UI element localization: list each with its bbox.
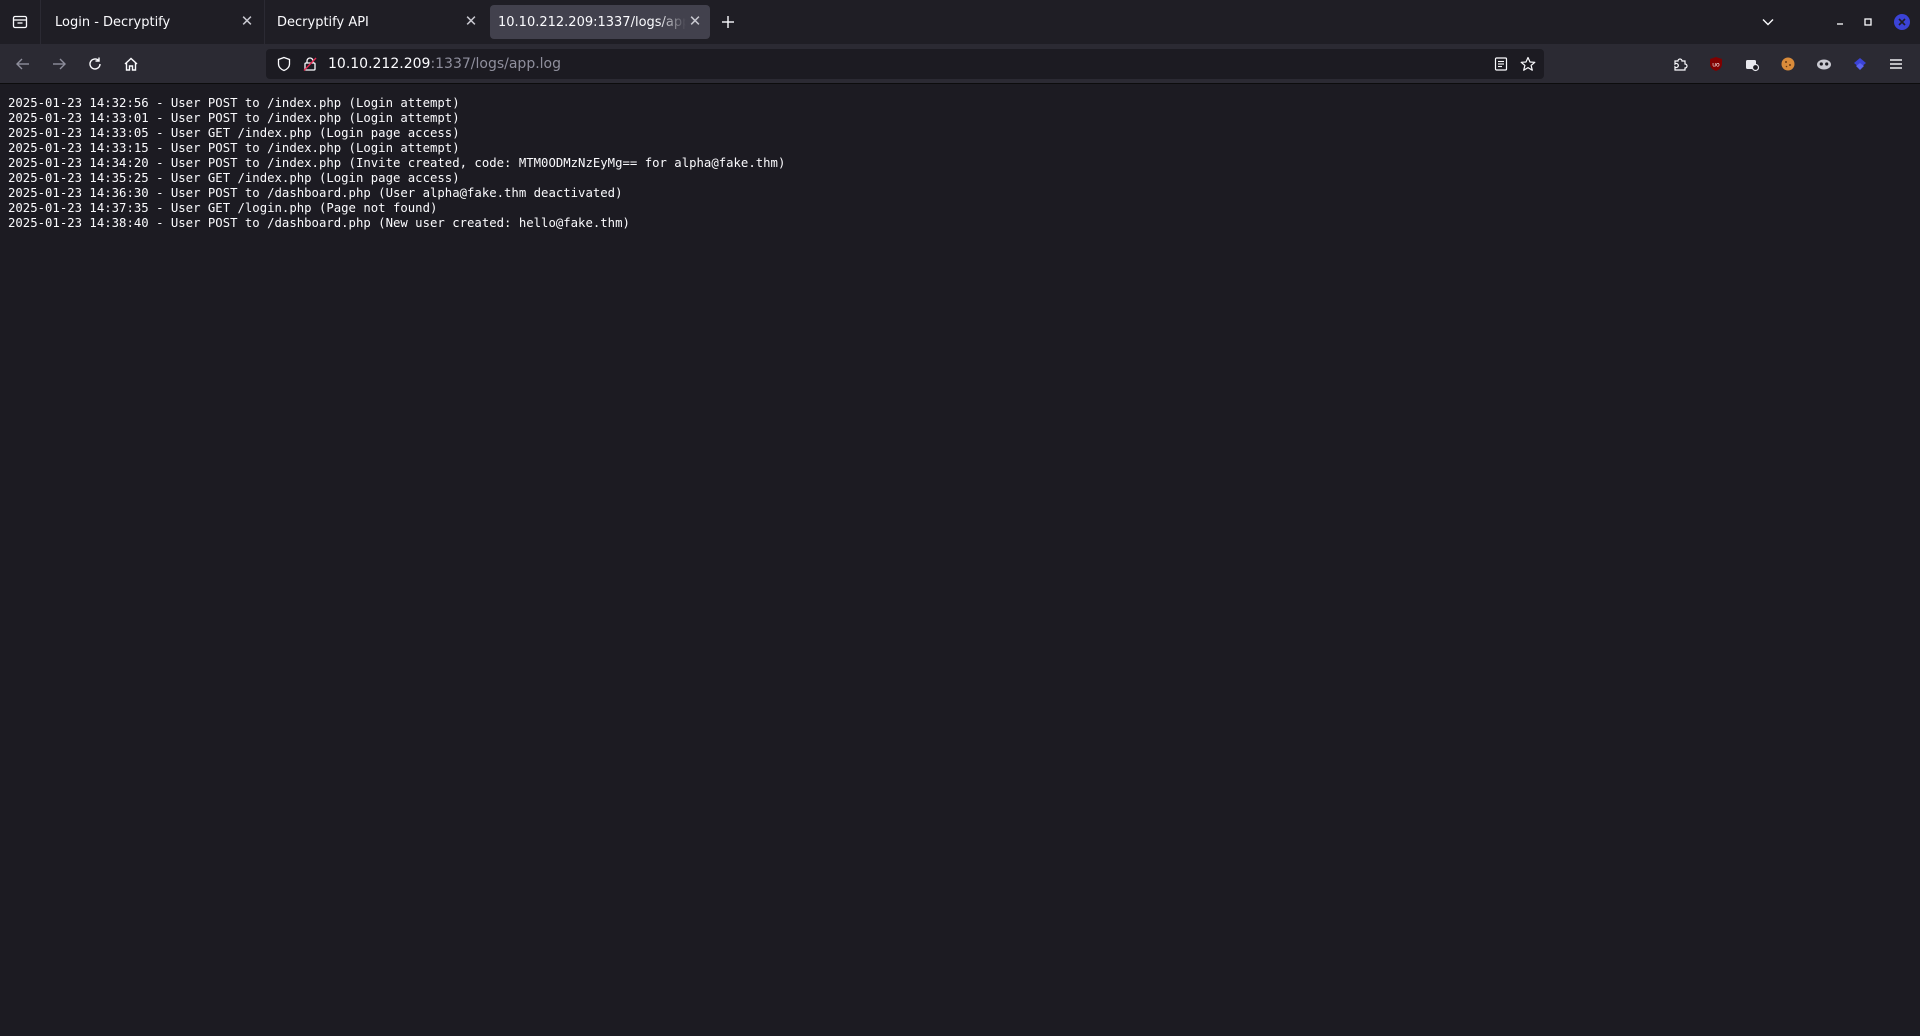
chevron-down-icon [1761, 15, 1775, 29]
firefox-view-button[interactable] [0, 0, 40, 44]
back-arrow-icon [15, 56, 31, 72]
maximize-button[interactable] [1854, 0, 1882, 44]
log-line: 2025-01-23 14:33:05 - User GET /index.ph… [8, 126, 460, 140]
new-tab-button[interactable] [710, 0, 746, 44]
star-icon[interactable] [1520, 56, 1536, 72]
log-line: 2025-01-23 14:33:15 - User POST to /inde… [8, 141, 460, 155]
url-host: 10.10.212.209 [328, 56, 431, 72]
tab-app-log-active[interactable]: 10.10.212.209:1337/logs/app.log ✕ [490, 5, 710, 39]
close-tab-icon[interactable]: ✕ [688, 14, 702, 29]
log-line: 2025-01-23 14:37:35 - User GET /login.ph… [8, 201, 438, 215]
log-line: 2025-01-23 14:38:40 - User POST to /dash… [8, 216, 630, 230]
tab-label: Login - Decryptify [55, 14, 171, 30]
log-text: 2025-01-23 14:32:56 - User POST to /inde… [8, 96, 785, 231]
tab-bar: Login - Decryptify ✕ Decryptify API ✕ 10… [0, 0, 1920, 44]
url-path: :1337/logs/app.log [430, 56, 561, 72]
tab-label: Decryptify API [277, 14, 369, 30]
url-text[interactable]: 10.10.212.209:1337/logs/app.log [328, 49, 561, 79]
address-bar[interactable]: 10.10.212.209:1337/logs/app.log [266, 49, 1544, 79]
tab-label: 10.10.212.209:1337/logs/app.log [498, 14, 686, 30]
reload-button[interactable] [80, 49, 110, 79]
log-line: 2025-01-23 14:36:30 - User POST to /dash… [8, 186, 623, 200]
extension-icon[interactable] [1742, 54, 1762, 74]
close-tab-icon[interactable]: ✕ [240, 14, 254, 29]
back-button[interactable] [8, 49, 38, 79]
puzzle-icon[interactable] [1670, 54, 1690, 74]
log-line: 2025-01-23 14:35:25 - User GET /index.ph… [8, 171, 460, 185]
shield-icon[interactable] [276, 56, 292, 72]
list-all-tabs-button[interactable] [1754, 0, 1782, 44]
tab-login-decryptify[interactable]: Login - Decryptify ✕ [40, 0, 264, 44]
ublock-icon[interactable]: uo [1706, 54, 1726, 74]
log-line: 2025-01-23 14:34:20 - User POST to /inde… [8, 156, 786, 170]
forward-button[interactable] [44, 49, 74, 79]
reload-icon [87, 56, 103, 72]
close-window-button[interactable] [1888, 0, 1916, 44]
navigation-toolbar: 10.10.212.209:1337/logs/app.log uo [0, 44, 1920, 84]
close-tab-icon[interactable]: ✕ [464, 14, 478, 29]
reader-view-icon[interactable] [1494, 57, 1508, 71]
log-line: 2025-01-23 14:33:01 - User POST to /inde… [8, 111, 460, 125]
cookie-icon[interactable] [1778, 54, 1798, 74]
mask-icon[interactable] [1814, 54, 1834, 74]
home-button[interactable] [116, 49, 146, 79]
plus-icon [721, 15, 735, 29]
log-line: 2025-01-23 14:32:56 - User POST to /inde… [8, 96, 460, 110]
firefox-view-icon [12, 14, 28, 30]
page-content: 2025-01-23 14:32:56 - User POST to /inde… [0, 85, 1920, 1036]
lock-icon[interactable] [302, 56, 318, 72]
home-icon [123, 56, 139, 72]
tab-decryptify-api[interactable]: Decryptify API ✕ [264, 0, 488, 44]
wappalyzer-icon[interactable] [1850, 54, 1870, 74]
hamburger-icon[interactable] [1886, 54, 1906, 74]
forward-arrow-icon [51, 56, 67, 72]
svg-text:uo: uo [1712, 62, 1720, 69]
close-icon [1893, 13, 1911, 31]
minimize-button[interactable] [1826, 0, 1854, 44]
